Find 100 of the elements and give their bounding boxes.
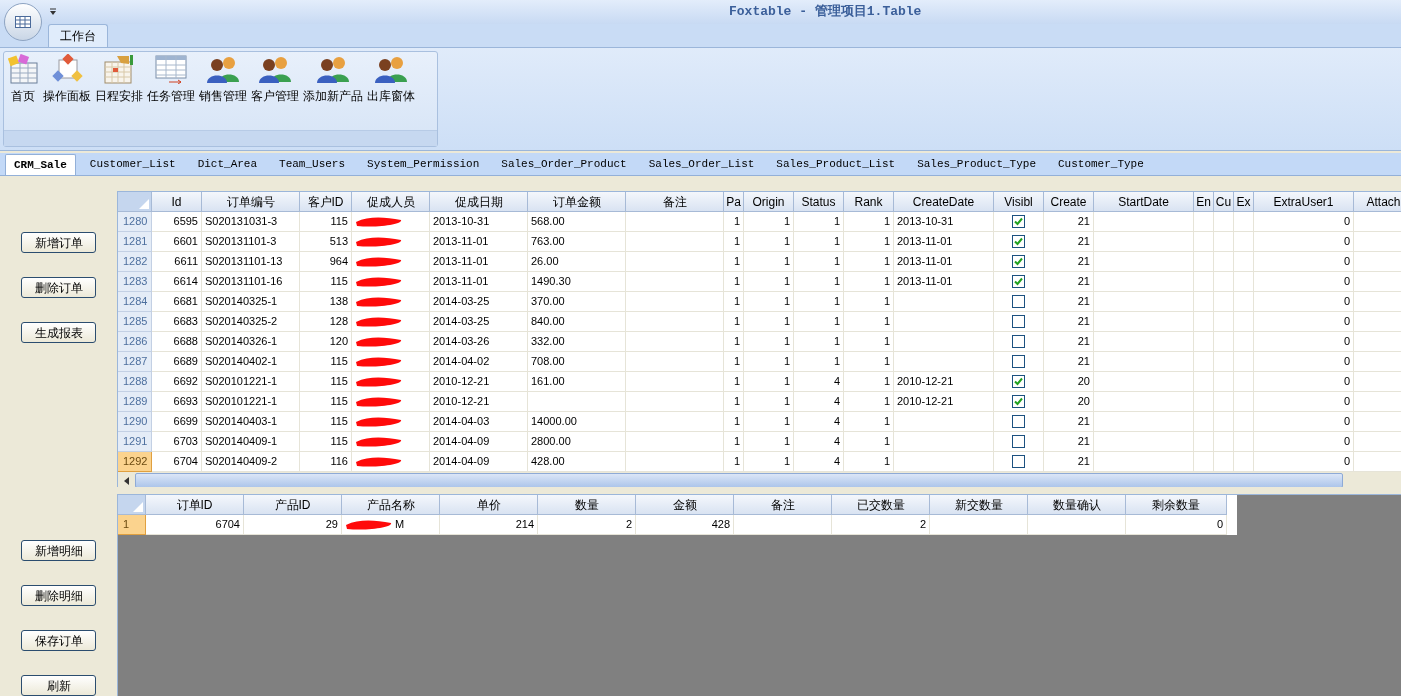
ribbon-button[interactable]: 任务管理 — [146, 54, 196, 106]
column-header[interactable]: 产品名称 — [342, 495, 440, 515]
checkbox[interactable] — [1012, 395, 1025, 408]
column-header[interactable]: 备注 — [734, 495, 832, 515]
column-header[interactable]: Status — [794, 192, 844, 212]
sheet-tab[interactable]: Team_Users — [271, 154, 354, 175]
row-number[interactable]: 1281 — [118, 232, 152, 252]
table-cell: 1 — [794, 252, 844, 272]
column-header[interactable]: 备注 — [626, 192, 724, 212]
table-cell: S020131101-13 — [202, 252, 300, 272]
table-cell: 138 — [300, 292, 352, 312]
column-header[interactable]: 客户ID — [300, 192, 352, 212]
sheet-tab[interactable]: CRM_Sale — [5, 154, 76, 175]
column-header[interactable]: 订单金额 — [528, 192, 626, 212]
column-header[interactable]: En — [1194, 192, 1214, 212]
checkbox[interactable] — [1012, 215, 1025, 228]
row-number[interactable]: 1284 — [118, 292, 152, 312]
column-header[interactable]: Id — [152, 192, 202, 212]
column-header[interactable]: 已交数量 — [832, 495, 930, 515]
column-header[interactable]: StartDate — [1094, 192, 1194, 212]
sheet-tab[interactable]: Sales_Order_Product — [493, 154, 635, 175]
column-header[interactable]: 数量 — [538, 495, 636, 515]
checkbox[interactable] — [1012, 335, 1025, 348]
column-header[interactable]: Rank — [844, 192, 894, 212]
row-number[interactable]: 1285 — [118, 312, 152, 332]
row-number[interactable]: 1286 — [118, 332, 152, 352]
side-button[interactable]: 刷新 — [21, 675, 96, 696]
checkbox[interactable] — [1012, 375, 1025, 388]
dropdown-icon[interactable] — [49, 8, 57, 17]
column-header[interactable]: ExtraUser1 — [1254, 192, 1354, 212]
row-number[interactable]: 1292 — [118, 452, 152, 472]
table-cell: 21 — [1044, 312, 1094, 332]
side-button[interactable]: 新增订单 — [21, 232, 96, 253]
table-cell: 21 — [1044, 212, 1094, 232]
checkbox[interactable] — [1012, 315, 1025, 328]
sheet-tab[interactable]: Sales_Product_List — [768, 154, 904, 175]
table-cell: 115 — [300, 352, 352, 372]
column-header[interactable]: 新交数量 — [930, 495, 1028, 515]
side-button[interactable]: 新增明细 — [21, 540, 96, 561]
row-number[interactable]: 1288 — [118, 372, 152, 392]
column-header[interactable]: 单价 — [440, 495, 538, 515]
table-cell: S020131101-16 — [202, 272, 300, 292]
column-header[interactable]: 订单ID — [146, 495, 244, 515]
column-header[interactable]: 数量确认 — [1028, 495, 1126, 515]
horizontal-scrollbar[interactable] — [135, 473, 1343, 487]
column-header[interactable]: Cu — [1214, 192, 1234, 212]
checkbox[interactable] — [1012, 295, 1025, 308]
column-header[interactable]: Ex — [1234, 192, 1254, 212]
table-cell: 2013-11-01 — [430, 232, 528, 252]
side-button[interactable]: 保存订单 — [21, 630, 96, 651]
row-number[interactable]: 1290 — [118, 412, 152, 432]
sheet-tab[interactable]: Dict_Area — [189, 154, 266, 175]
side-button[interactable]: 删除订单 — [21, 277, 96, 298]
row-number[interactable]: 1291 — [118, 432, 152, 452]
column-header[interactable]: 产品ID — [244, 495, 342, 515]
sheet-tab[interactable]: Customer_List — [81, 154, 184, 175]
ribbon-button[interactable]: 出库窗体 — [366, 54, 416, 106]
table-cell — [1234, 372, 1254, 392]
column-header[interactable]: 促成日期 — [430, 192, 528, 212]
app-menu-button[interactable] — [4, 3, 42, 41]
table-cell: 513 — [300, 232, 352, 252]
ribbon-button[interactable]: 添加新产品 — [302, 54, 364, 106]
row-number[interactable]: 1282 — [118, 252, 152, 272]
table-cell: 1 — [744, 352, 794, 372]
row-number[interactable]: 1280 — [118, 212, 152, 232]
ribbon-button[interactable]: 操作面板 — [42, 54, 92, 106]
column-header[interactable]: 金额 — [636, 495, 734, 515]
row-number[interactable]: 1 — [118, 515, 146, 535]
side-button[interactable]: 删除明细 — [21, 585, 96, 606]
checkbox[interactable] — [1012, 455, 1025, 468]
row-number[interactable]: 1289 — [118, 392, 152, 412]
ribbon-tab[interactable]: 工作台 — [48, 24, 108, 48]
column-header[interactable]: 促成人员 — [352, 192, 430, 212]
row-number[interactable]: 1283 — [118, 272, 152, 292]
side-button[interactable]: 生成报表 — [21, 322, 96, 343]
checkbox[interactable] — [1012, 275, 1025, 288]
column-header[interactable]: Visibl — [994, 192, 1044, 212]
table-cell: 0 — [1126, 515, 1227, 535]
checkbox[interactable] — [1012, 255, 1025, 268]
row-number[interactable]: 1287 — [118, 352, 152, 372]
column-header[interactable]: Create — [1044, 192, 1094, 212]
sheet-tab[interactable]: Sales_Product_Type — [909, 154, 1044, 175]
column-header[interactable]: Pa — [724, 192, 744, 212]
column-header[interactable]: CreateDate — [894, 192, 994, 212]
table-cell: 2014-03-25 — [430, 292, 528, 312]
checkbox[interactable] — [1012, 435, 1025, 448]
ribbon-button[interactable]: 客户管理 — [250, 54, 300, 106]
ribbon-button[interactable]: 日程安排 — [94, 54, 144, 106]
sheet-tab[interactable]: System_Permission — [359, 154, 488, 175]
sheet-tab[interactable]: Sales_Order_List — [640, 154, 763, 175]
column-header[interactable]: 订单编号 — [202, 192, 300, 212]
checkbox[interactable] — [1012, 355, 1025, 368]
sheet-tab[interactable]: Customer_Type — [1050, 154, 1152, 175]
ribbon-button[interactable]: 销售管理 — [198, 54, 248, 106]
column-header[interactable]: 剩余数量 — [1126, 495, 1227, 515]
ribbon-button[interactable]: 首页 — [6, 54, 40, 106]
column-header[interactable]: Attach — [1354, 192, 1401, 212]
checkbox[interactable] — [1012, 235, 1025, 248]
column-header[interactable]: Origin — [744, 192, 794, 212]
checkbox[interactable] — [1012, 415, 1025, 428]
